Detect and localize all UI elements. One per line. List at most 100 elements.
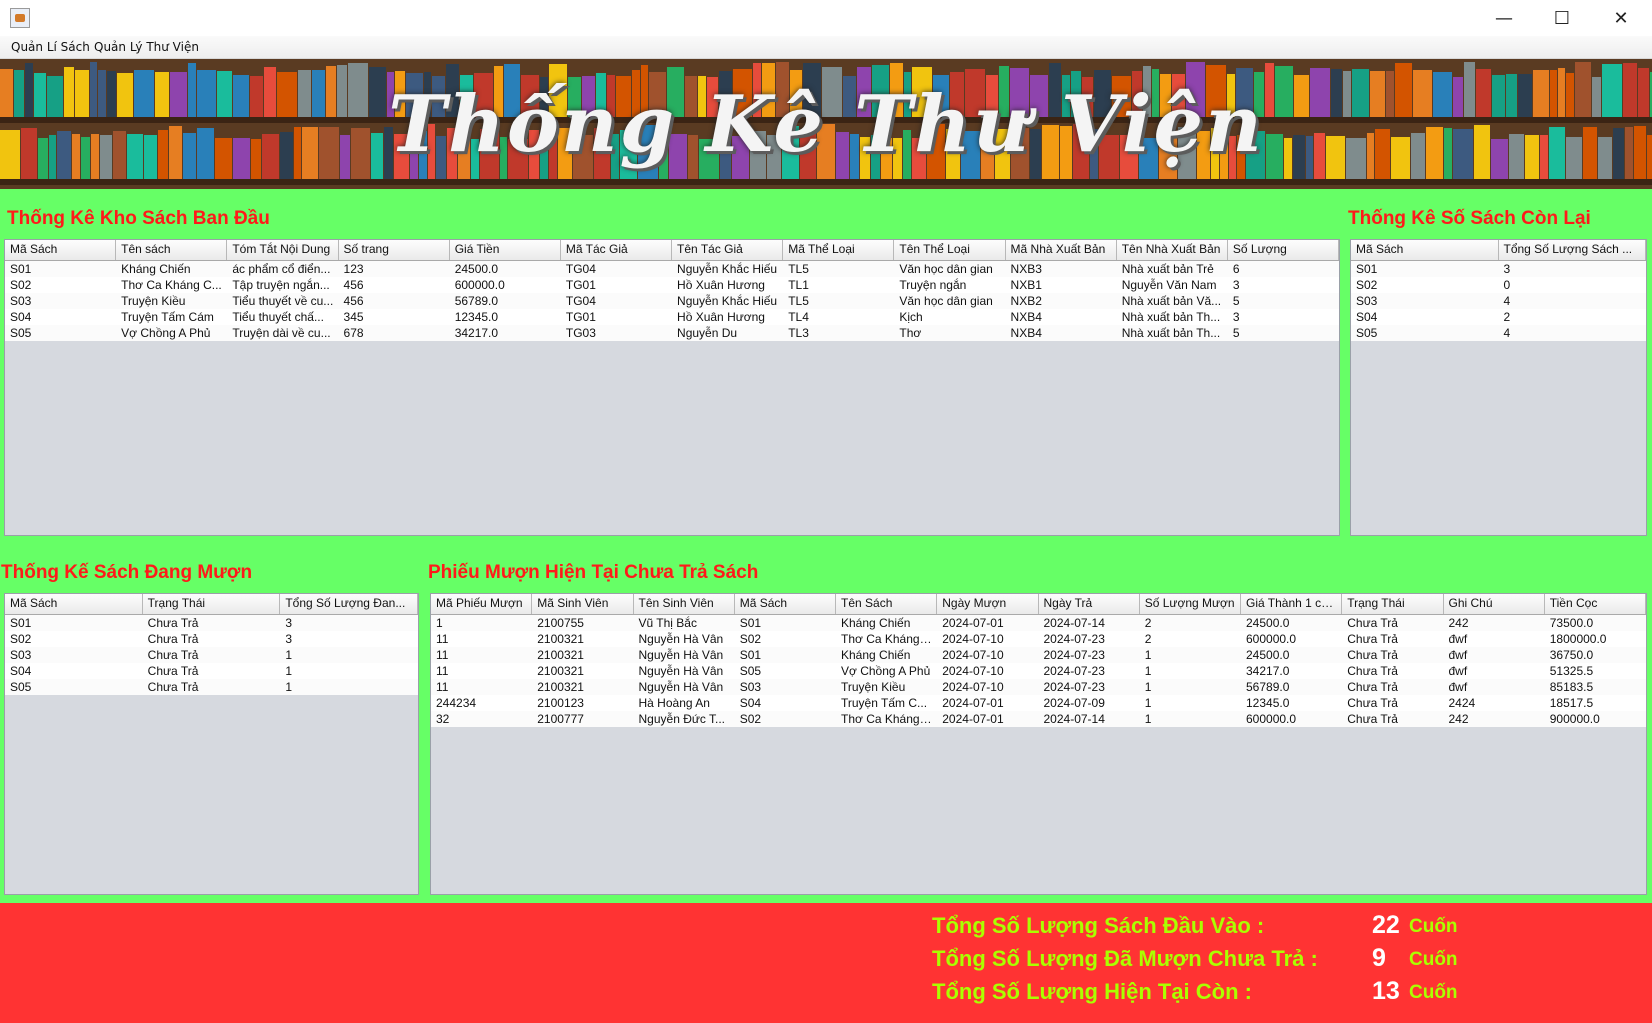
table-row[interactable]: S01 Chưa Trả 3 xyxy=(5,615,418,631)
total-borrowed-value: 9 xyxy=(1372,944,1386,972)
table-header: Mã Sách Tổng Số Lượng Sách ... xyxy=(1351,240,1646,261)
column-header[interactable]: Mã Tác Giả xyxy=(561,240,673,260)
table-cell: 4 xyxy=(1503,326,1511,340)
table-cell: đwf xyxy=(1448,680,1468,694)
column-header[interactable]: Trạng Thái xyxy=(1342,594,1444,614)
table-cell: 2100321 xyxy=(537,680,584,694)
total-current-label: Tổng Số Lượng Hiện Tại Còn : xyxy=(932,979,1252,1004)
column-header[interactable]: Số Lượng xyxy=(1228,240,1339,260)
table-row[interactable]: S02 0 xyxy=(1351,277,1646,293)
table-row[interactable]: S05 4 xyxy=(1351,325,1646,341)
column-header[interactable]: Ngày Trả xyxy=(1039,594,1140,614)
table-cell: 2024-07-23 xyxy=(1043,680,1105,694)
table-cell: Tập truyện ngắn... xyxy=(232,278,330,292)
table-cell: 2 xyxy=(1144,616,1152,630)
close-button[interactable]: ✕ xyxy=(1592,0,1650,36)
minimize-button[interactable]: — xyxy=(1475,0,1533,36)
column-header[interactable]: Giá Tiền xyxy=(450,240,561,260)
table-cell: 1 xyxy=(1144,680,1152,694)
table-cell: đwf xyxy=(1448,632,1468,646)
table-row[interactable]: S01 3 xyxy=(1351,261,1646,277)
table-body: S01 Kháng Chiến ác phẩm cổ điển... 123 24500… xyxy=(5,261,1339,341)
table-cell: 24500.0 xyxy=(1246,648,1290,662)
table-cell: 2024-07-14 xyxy=(1043,616,1105,630)
column-header[interactable]: Tóm Tắt Nội Dung xyxy=(227,240,339,260)
column-header[interactable]: Số trang xyxy=(339,240,450,260)
table-cell: 2100321 xyxy=(537,632,584,646)
column-header[interactable]: Mã Sách xyxy=(5,594,143,614)
table-cell: 1 xyxy=(285,680,293,694)
inventory-table[interactable]: Mã Sách Tên sách Tóm Tắt Nội Dung Số trang G… xyxy=(4,239,1340,536)
column-header[interactable]: Mã Nhà Xuất Bản xyxy=(1006,240,1117,260)
table-row[interactable]: S01 Kháng Chiến ác phẩm cổ điển... 123 24500… xyxy=(5,261,1339,277)
table-cell: TL4 xyxy=(788,310,809,324)
table-row[interactable]: S05 Vợ Chồng A Phủ Truyện dài về cu... 678 3… xyxy=(5,325,1339,341)
table-row[interactable]: S04 Chưa Trả 1 xyxy=(5,663,418,679)
table-row[interactable]: 11 2100321 Nguyễn Hà Vân S01 Kháng Chiến 2024… xyxy=(431,647,1646,663)
column-header[interactable]: Trạng Thái xyxy=(143,594,281,614)
column-header[interactable]: Tên Nhà Xuất Bản xyxy=(1117,240,1228,260)
table-cell: Tiểu thuyết chấ... xyxy=(232,310,324,324)
table-row[interactable]: S03 Chưa Trả 1 xyxy=(5,647,418,663)
table-body: 1 2100755 Vũ Thị Bắc S01 Kháng Chiến 2024-07-… xyxy=(431,615,1646,727)
column-header[interactable]: Mã Phiếu Mượn xyxy=(431,594,533,614)
table-cell: Nguyễn Hà Vân xyxy=(638,680,724,694)
table-row[interactable]: 32 2100777 Nguyễn Đức T... S02 Thơ Ca Kháng … xyxy=(431,711,1646,727)
table-row[interactable]: 11 2100321 Nguyễn Hà Vân S02 Thơ Ca Kháng ..… xyxy=(431,631,1646,647)
column-header[interactable]: Mã Sách xyxy=(5,240,117,260)
table-cell: 2024-07-10 xyxy=(942,680,1004,694)
table-cell: S03 xyxy=(10,294,32,308)
menu-quan-ly-thu-vien[interactable]: Quản Lý Thư Viện xyxy=(94,40,199,54)
table-row[interactable]: S05 Chưa Trả 1 xyxy=(5,679,418,695)
column-header[interactable]: Tổng Số Lượng Sách ... xyxy=(1499,240,1646,260)
column-header[interactable]: Ghi Chú xyxy=(1444,594,1545,614)
table-cell: Truyện Tấm C... xyxy=(841,696,928,710)
column-header[interactable]: Mã Sách xyxy=(1351,240,1499,260)
column-header[interactable]: Mã Sinh Viên xyxy=(532,594,634,614)
column-header[interactable]: Tổng Số Lượng Đan... xyxy=(280,594,418,614)
table-row[interactable]: S04 Truyện Tấm Cám Tiểu thuyết chấ... 345 12… xyxy=(5,309,1339,325)
table-row[interactable]: S03 Truyện Kiều Tiểu thuyết về cu... 456 567… xyxy=(5,293,1339,309)
table-cell: Chưa Trả xyxy=(147,680,199,694)
borrowed-table[interactable]: Mã Sách Trạng Thái Tổng Số Lượng Đan... S01… xyxy=(4,593,419,895)
column-header[interactable]: Giá Thành 1 cu... xyxy=(1241,594,1343,614)
table-cell: Chưa Trả xyxy=(1347,712,1398,726)
table-cell: 2100321 xyxy=(537,648,584,662)
table-cell: 85183.5 xyxy=(1549,680,1594,694)
column-header[interactable]: Tên Thể Loại xyxy=(894,240,1006,260)
column-header[interactable]: Tên Sách xyxy=(836,594,938,614)
table-row[interactable]: 244234 2100123 Hà Hoàng An S04 Truyện Tấm C.… xyxy=(431,695,1646,711)
table-cell: 900000.0 xyxy=(1549,712,1600,726)
table-cell: Nguyễn Đức T... xyxy=(638,712,726,726)
column-header[interactable]: Tên Sinh Viên xyxy=(634,594,735,614)
table-row[interactable]: S02 Chưa Trả 3 xyxy=(5,631,418,647)
table-cell: đwf xyxy=(1448,648,1468,662)
column-header[interactable]: Tên sách xyxy=(116,240,228,260)
table-row[interactable]: 11 2100321 Nguyễn Hà Vân S05 Vợ Chồng A Phủ 2… xyxy=(431,663,1646,679)
maximize-button[interactable]: ☐ xyxy=(1533,0,1591,36)
table-cell: 11 xyxy=(436,632,449,646)
table-cell: Nguyễn Du xyxy=(677,326,738,340)
table-cell: Chưa Trả xyxy=(147,648,199,662)
table-row[interactable]: 11 2100321 Nguyễn Hà Vân S03 Truyện Kiều 2024… xyxy=(431,679,1646,695)
table-cell: 123 xyxy=(343,262,364,276)
table-cell: 12345.0 xyxy=(1246,696,1290,710)
column-header[interactable]: Mã Thể Loại xyxy=(783,240,895,260)
table-cell: Thơ xyxy=(899,326,922,340)
menu-quan-li-sach[interactable]: Quản Lí Sách xyxy=(11,40,90,54)
slips-table[interactable]: Mã Phiếu Mượn Mã Sinh Viên Tên Sinh Viên Mã… xyxy=(430,593,1647,895)
table-cell: 2 xyxy=(1503,310,1511,324)
table-row[interactable]: 1 2100755 Vũ Thị Bắc S01 Kháng Chiến 2024-07-… xyxy=(431,615,1646,631)
column-header[interactable]: Số Lượng Mượn xyxy=(1140,594,1241,614)
table-cell: 600000.0 xyxy=(454,278,505,292)
table-row[interactable]: S03 4 xyxy=(1351,293,1646,309)
column-header[interactable]: Tiền Cọc xyxy=(1545,594,1646,614)
column-header[interactable]: Ngày Mượn xyxy=(937,594,1039,614)
column-header[interactable]: Mã Sách xyxy=(735,594,836,614)
banner-title: Thống Kê Thư Viện xyxy=(388,79,1264,170)
remaining-table[interactable]: Mã Sách Tổng Số Lượng Sách ... S01 3 S02 0 S03… xyxy=(1350,239,1647,536)
table-row[interactable]: S02 Thơ Ca Kháng C... Tập truyện ngắn... 45… xyxy=(5,277,1339,293)
table-cell: 2024-07-01 xyxy=(942,712,1004,726)
column-header[interactable]: Tên Tác Giả xyxy=(672,240,784,260)
table-row[interactable]: S04 2 xyxy=(1351,309,1646,325)
